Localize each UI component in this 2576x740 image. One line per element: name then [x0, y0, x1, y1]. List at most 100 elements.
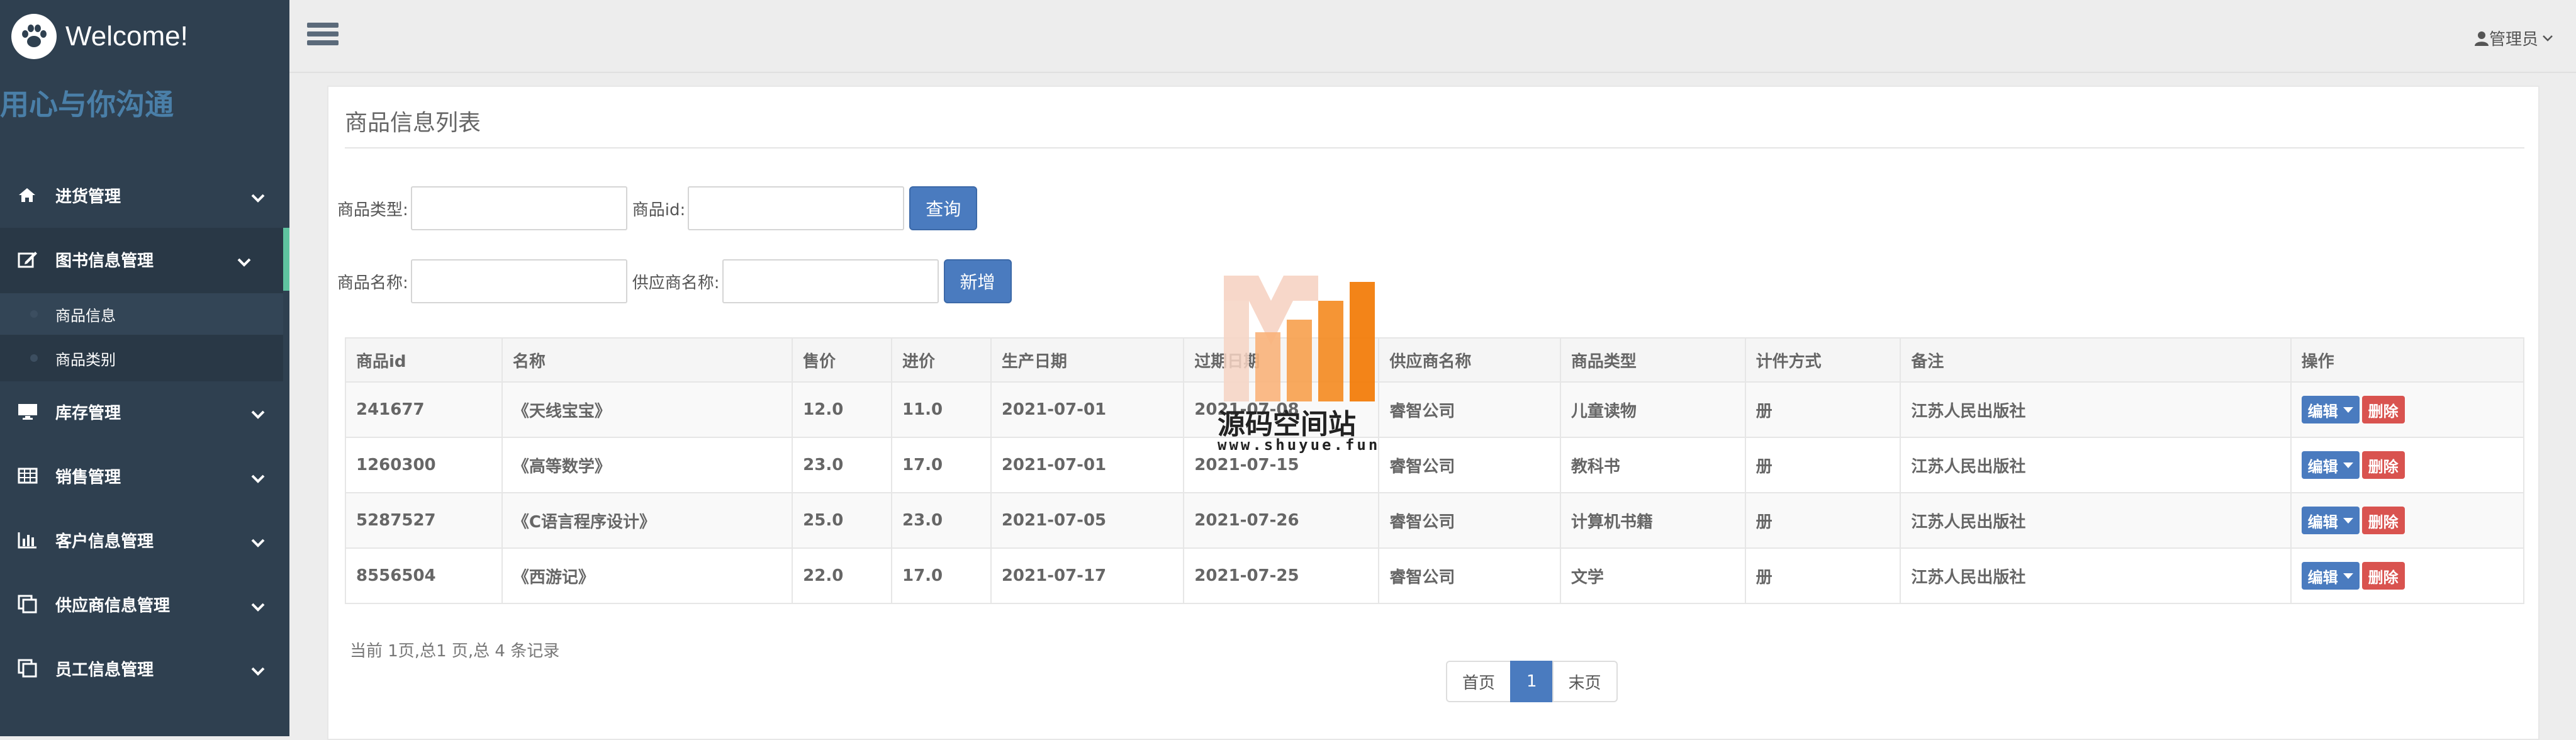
- column-header: 操作: [2290, 337, 2525, 383]
- chevron-down-icon: [250, 189, 266, 208]
- first-page-button[interactable]: 首页: [1446, 661, 1512, 702]
- user-name: 管理员: [2489, 30, 2538, 49]
- cell-price: 23.0: [792, 437, 892, 493]
- cell-note: 江苏人民出版社: [1900, 437, 2292, 493]
- chevron-down-icon: [2543, 35, 2553, 42]
- column-header[interactable]: 过期日期: [1183, 337, 1380, 383]
- sidebar-subitem-label: 商品信息: [55, 306, 116, 325]
- sidebar-item-purchase[interactable]: 进货管理: [0, 164, 289, 227]
- delete-button[interactable]: 删除: [2361, 562, 2405, 590]
- user-menu[interactable]: 管理员: [2474, 26, 2553, 50]
- cell-unit: 册: [1744, 381, 1901, 438]
- copy-icon: [18, 595, 43, 614]
- watermark-url: www.shuyue.fun: [1218, 436, 1380, 454]
- bullet-icon: [30, 354, 38, 362]
- motto: 用心与你沟通: [0, 87, 174, 121]
- delete-button[interactable]: 删除: [2361, 396, 2405, 423]
- cell-expiry-date: 2021-07-25: [1183, 547, 1380, 604]
- cell-production-date: 2021-07-01: [990, 381, 1185, 438]
- column-header[interactable]: 商品类型: [1559, 337, 1746, 383]
- column-header[interactable]: 进价: [891, 337, 992, 383]
- menu-toggle-icon[interactable]: [307, 23, 339, 50]
- sidebar-item-label: 库存管理: [55, 403, 121, 423]
- product-list-panel: 商品信息列表 商品类型: 商品id: 查询 商品名称: 供应商名称: 新增 商品…: [327, 86, 2540, 740]
- cell-supplier: 睿智公司: [1378, 381, 1561, 438]
- sidebar-item-inventory[interactable]: 库存管理: [0, 380, 289, 443]
- cell-unit: 册: [1744, 547, 1901, 604]
- cell-price: 22.0: [792, 547, 892, 604]
- edit-dropdown-button[interactable]: 编辑: [2301, 507, 2360, 534]
- product-id-label: 商品id:: [632, 200, 686, 220]
- edit-dropdown-button[interactable]: 编辑: [2301, 451, 2360, 479]
- cell-type: 计算机书籍: [1559, 492, 1746, 549]
- column-header[interactable]: 计件方式: [1744, 337, 1901, 383]
- column-header[interactable]: 供应商名称: [1378, 337, 1561, 383]
- product-table: 商品id 名称 售价 进价 生产日期 过期日期 供应商名称 商品类型 计件方式 …: [345, 337, 2525, 604]
- supplier-name-input[interactable]: [722, 259, 939, 303]
- cell-name: 《C语言程序设计》: [501, 492, 793, 549]
- sidebar-item-suppliers[interactable]: 供应商信息管理: [0, 573, 289, 636]
- query-button[interactable]: 查询: [909, 186, 978, 230]
- product-name-label: 商品名称:: [337, 273, 408, 293]
- sidebar-item-sales[interactable]: 销售管理: [0, 444, 289, 507]
- table-row: 1260300 《高等数学》 23.0 17.0 2021-07-01 2021…: [345, 437, 2525, 493]
- sidebar-item-book-info[interactable]: 图书信息管理: [0, 228, 289, 291]
- cell-note: 江苏人民出版社: [1900, 492, 2292, 549]
- cell-expiry-date: 2021-07-26: [1183, 492, 1380, 549]
- caret-down-icon: [2343, 406, 2353, 413]
- brand[interactable]: Welcome!: [11, 14, 188, 59]
- cell-production-date: 2021-07-05: [990, 492, 1185, 549]
- sidebar-item-customers[interactable]: 客户信息管理: [0, 508, 289, 571]
- home-icon: [18, 187, 43, 203]
- column-header[interactable]: 名称: [501, 337, 793, 383]
- product-type-input[interactable]: [410, 186, 627, 230]
- product-id-input[interactable]: [688, 186, 905, 230]
- caret-down-icon: [2343, 462, 2353, 468]
- cell-price: 12.0: [792, 381, 892, 438]
- chevron-down-icon: [250, 598, 266, 617]
- last-page-button[interactable]: 末页: [1552, 661, 1618, 702]
- cell-id: 5287527: [345, 492, 503, 549]
- product-name-input[interactable]: [410, 259, 627, 303]
- delete-button[interactable]: 删除: [2361, 451, 2405, 479]
- cell-production-date: 2021-07-01: [990, 437, 1185, 493]
- sidebar-subitem-product-category[interactable]: 商品类别: [0, 337, 283, 379]
- sidebar-item-label: 供应商信息管理: [55, 596, 171, 615]
- table-icon: [18, 467, 43, 485]
- sidebar-item-label: 图书信息管理: [55, 251, 154, 271]
- cell-unit: 册: [1744, 437, 1901, 493]
- cell-actions: 编辑 删除: [2290, 381, 2525, 438]
- column-header[interactable]: 生产日期: [990, 337, 1185, 383]
- column-header[interactable]: 售价: [792, 337, 892, 383]
- chevron-down-icon: [250, 405, 266, 424]
- chevron-down-icon: [250, 534, 266, 552]
- cell-unit: 册: [1744, 492, 1901, 549]
- sidebar-item-employees[interactable]: 员工信息管理: [0, 637, 289, 700]
- cell-type: 文学: [1559, 547, 1746, 604]
- table-row: 241677 《天线宝宝》 12.0 11.0 2021-07-01 2021-…: [345, 381, 2525, 438]
- cell-id: 8556504: [345, 547, 503, 604]
- edit-dropdown-button[interactable]: 编辑: [2301, 396, 2360, 423]
- divider: [345, 147, 2524, 149]
- column-header[interactable]: 商品id: [345, 337, 503, 383]
- add-button[interactable]: 新增: [943, 259, 1012, 303]
- sidebar-subitem-product-info[interactable]: 商品信息: [0, 293, 283, 335]
- sidebar-item-label: 进货管理: [55, 187, 121, 206]
- search-row-1: 商品类型: 商品id: 查询: [337, 186, 978, 230]
- edit-dropdown-button[interactable]: 编辑: [2301, 562, 2360, 590]
- user-icon: [2474, 31, 2489, 46]
- cell-cost: 17.0: [891, 547, 992, 604]
- caret-down-icon: [2343, 573, 2353, 579]
- column-header[interactable]: 备注: [1900, 337, 2292, 383]
- delete-button[interactable]: 删除: [2361, 507, 2405, 534]
- page-1-button[interactable]: 1: [1510, 661, 1554, 702]
- cell-name: 《西游记》: [501, 547, 793, 604]
- cell-id: 241677: [345, 381, 503, 438]
- supplier-name-label: 供应商名称:: [632, 273, 720, 293]
- bullet-icon: [30, 310, 38, 318]
- top-bar: 管理员: [289, 0, 2576, 73]
- page-title: 商品信息列表: [345, 110, 481, 136]
- chevron-down-icon: [237, 253, 252, 272]
- cell-id: 1260300: [345, 437, 503, 493]
- product-type-label: 商品类型:: [337, 200, 408, 220]
